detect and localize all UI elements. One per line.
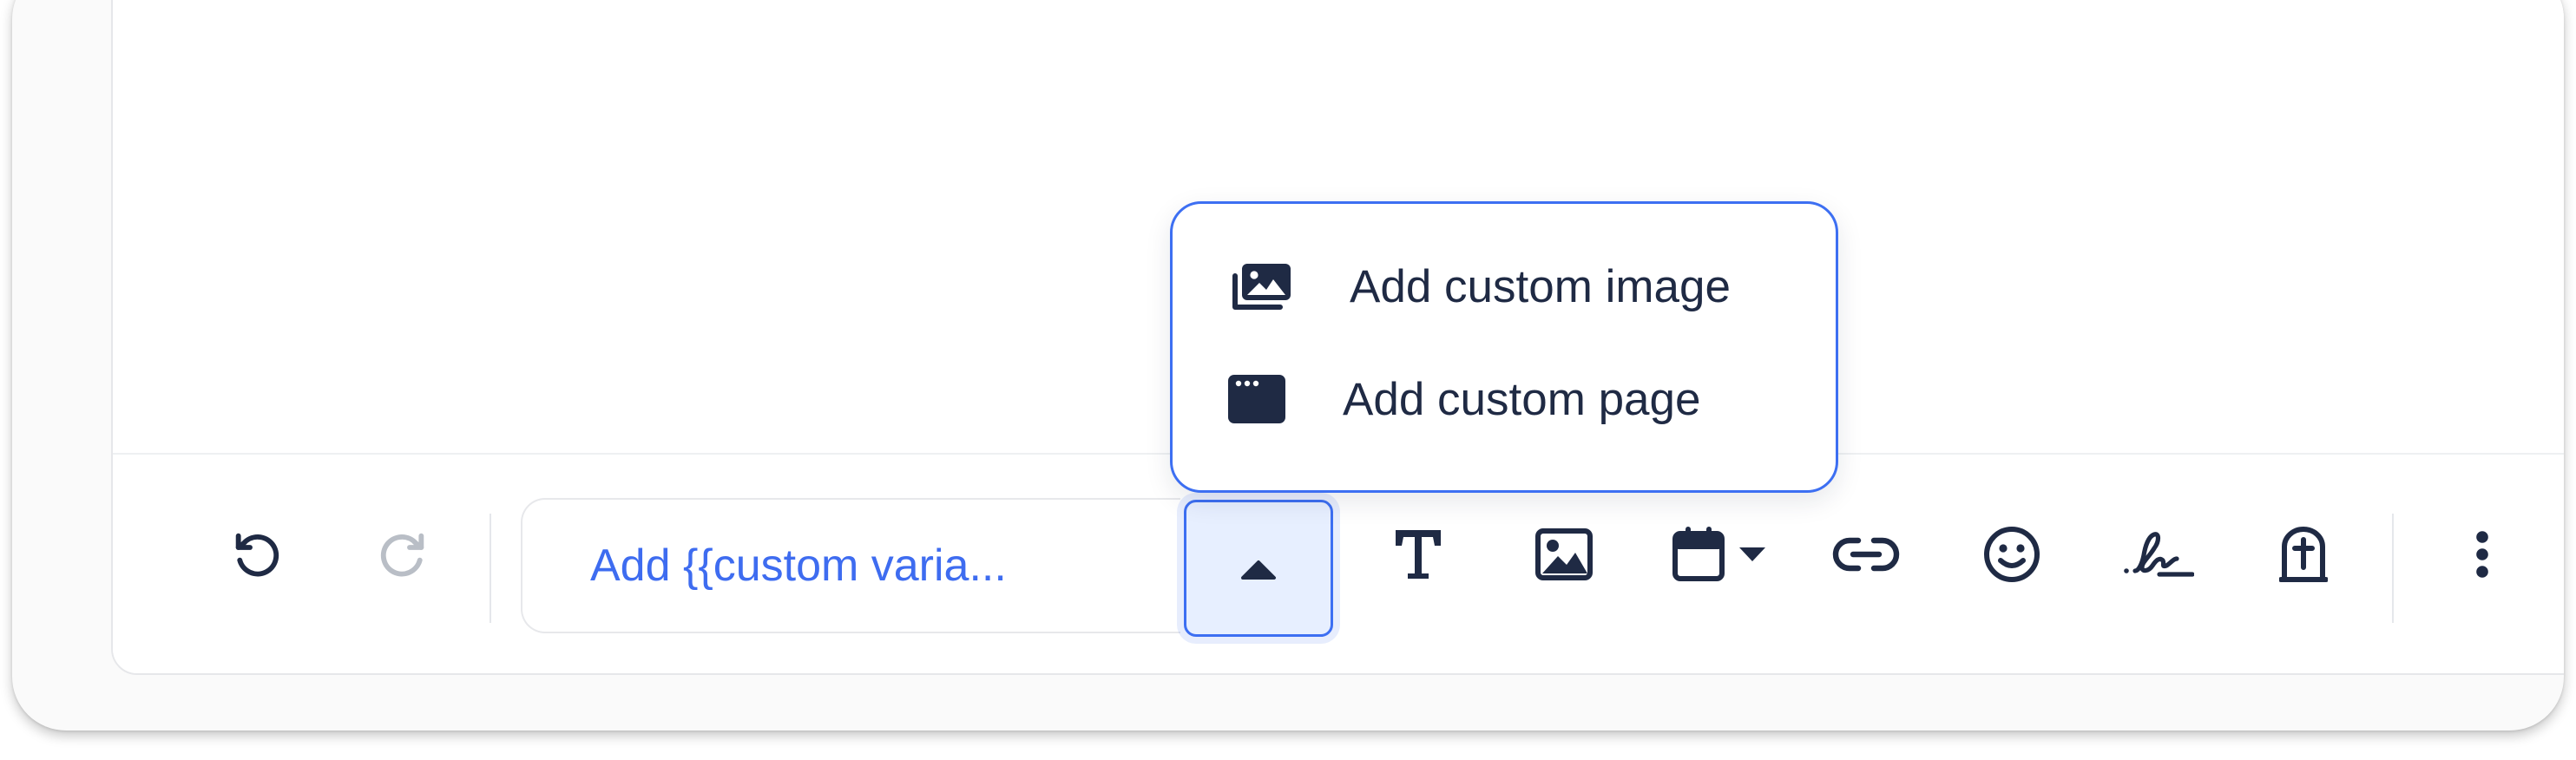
- browser-window-icon: [1228, 375, 1285, 423]
- menu-item-label: Add custom image: [1350, 260, 1731, 312]
- menu-item-add-custom-page[interactable]: Add custom page: [1173, 351, 1836, 447]
- link-icon: [1832, 537, 1900, 572]
- toolbar-divider: [2392, 514, 2394, 623]
- custom-variable-dropdown-button[interactable]: [1184, 500, 1333, 637]
- emoji-button[interactable]: [1968, 515, 2055, 593]
- toolbar-divider: [490, 514, 491, 623]
- calendar-icon: [1672, 527, 1725, 581]
- signature-icon: [2124, 532, 2194, 577]
- link-button[interactable]: [1823, 515, 1909, 593]
- undo-button[interactable]: [214, 515, 300, 593]
- menu-item-add-custom-image[interactable]: Add custom image: [1173, 239, 1836, 334]
- redo-button[interactable]: [359, 515, 446, 593]
- tombstone-button[interactable]: [2260, 515, 2347, 593]
- chevron-down-icon: [1739, 547, 1765, 561]
- date-button[interactable]: [1654, 515, 1784, 593]
- undo-icon: [235, 533, 279, 577]
- image-button[interactable]: [1521, 515, 1607, 593]
- redo-icon: [380, 533, 424, 577]
- images-stack-icon: [1228, 260, 1294, 312]
- tombstone-icon: [2279, 527, 2328, 582]
- custom-variable-text: Add {{custom varia...: [590, 541, 1007, 591]
- menu-item-label: Add custom page: [1343, 373, 1701, 425]
- more-vertical-icon: [2476, 531, 2488, 578]
- text-format-icon: [1396, 530, 1441, 579]
- emoji-icon: [1984, 527, 2040, 582]
- signature-button[interactable]: [2114, 515, 2201, 593]
- more-options-button[interactable]: [2439, 515, 2526, 593]
- text-button[interactable]: [1375, 515, 1462, 593]
- image-icon: [1535, 528, 1593, 580]
- custom-variable-menu: Add custom image Add custom page: [1170, 201, 1838, 493]
- caret-up-icon: [1241, 560, 1276, 580]
- custom-variable-input[interactable]: Add {{custom varia...: [521, 498, 1180, 633]
